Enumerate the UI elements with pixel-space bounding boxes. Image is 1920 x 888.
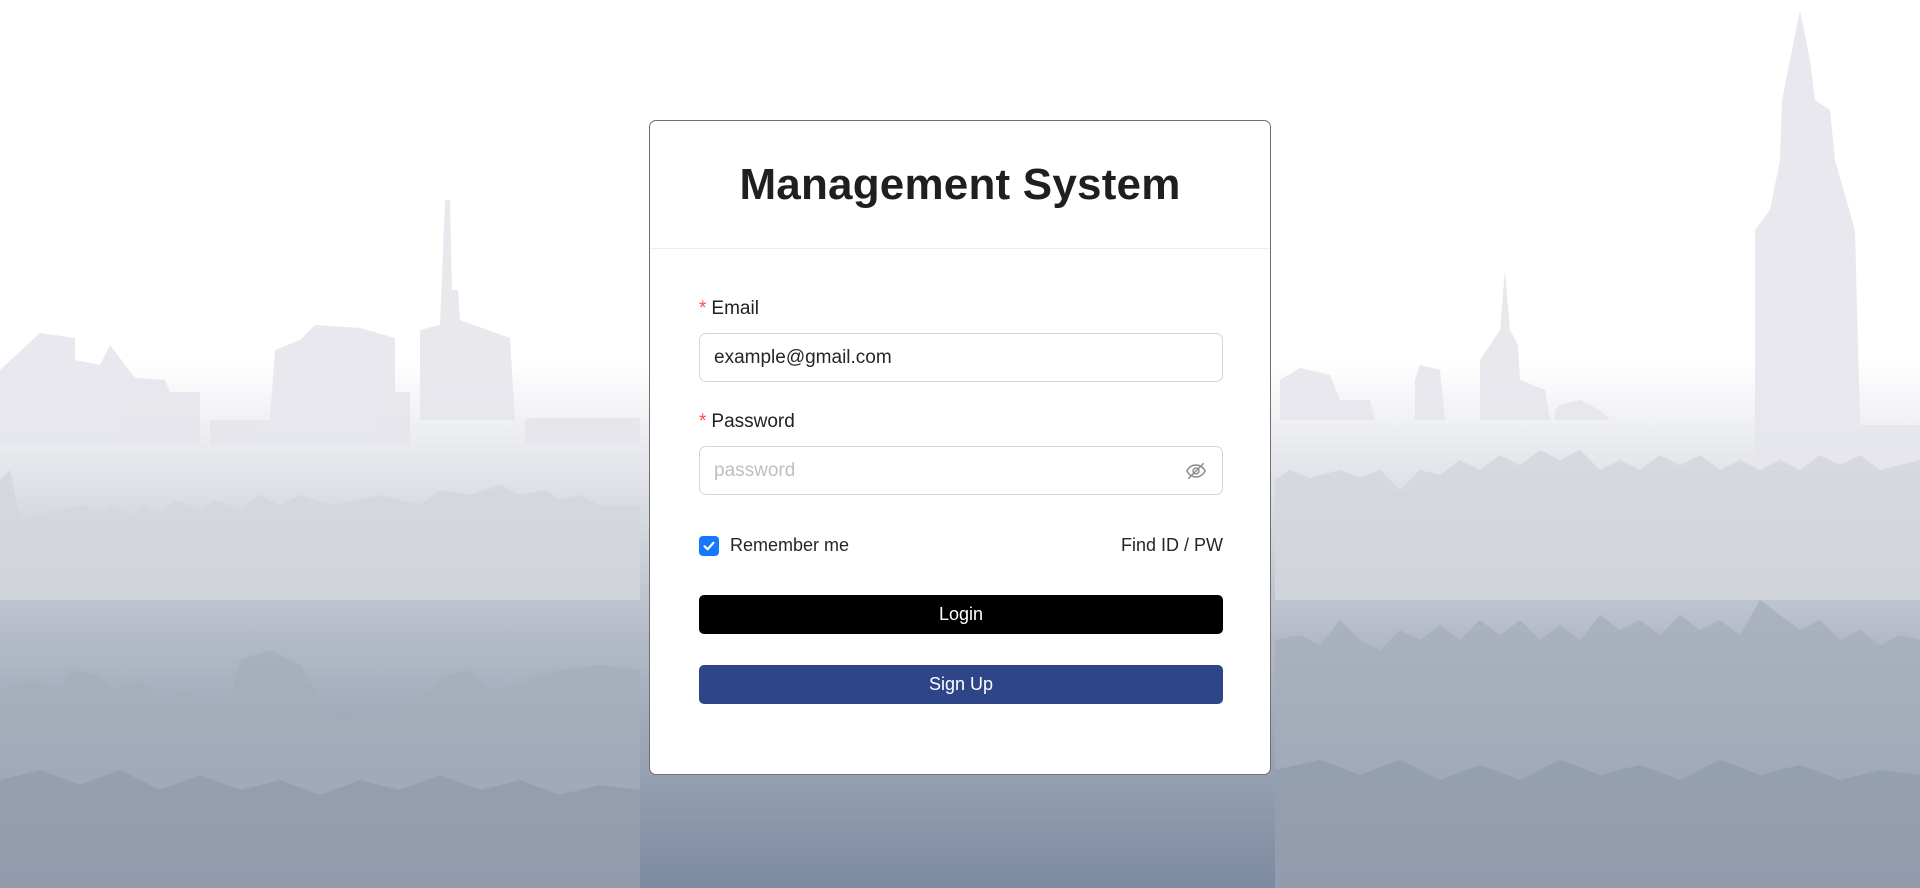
find-id-pw-link[interactable]: Find ID / PW [1121, 535, 1223, 556]
email-label-text: Email [711, 298, 759, 319]
remember-row: Remember me Find ID / PW [699, 535, 1223, 556]
email-form-item: * Email [699, 297, 1223, 382]
required-mark: * [699, 411, 707, 432]
password-label: * Password [699, 410, 1221, 434]
password-field-wrapper [699, 446, 1223, 495]
login-button[interactable]: Login [699, 595, 1223, 634]
password-form-item: * Password [699, 410, 1223, 495]
remember-label: Remember me [730, 535, 850, 555]
email-label: * Email [699, 297, 1221, 321]
eye-hidden-icon[interactable] [1184, 459, 1208, 483]
email-field[interactable] [714, 346, 1208, 369]
password-label-text: Password [711, 411, 795, 432]
card-header: Management System [650, 121, 1270, 249]
password-field[interactable] [714, 459, 1184, 482]
remember-checkbox[interactable]: Remember me [699, 535, 849, 556]
email-field-wrapper [699, 333, 1223, 382]
required-mark: * [699, 298, 707, 319]
signup-button[interactable]: Sign Up [699, 665, 1223, 704]
check-icon[interactable] [699, 535, 719, 556]
login-card: Management System *Email *Password [649, 120, 1271, 775]
login-form: *Email *Password [650, 297, 1270, 704]
page-title: Management System [739, 159, 1181, 209]
